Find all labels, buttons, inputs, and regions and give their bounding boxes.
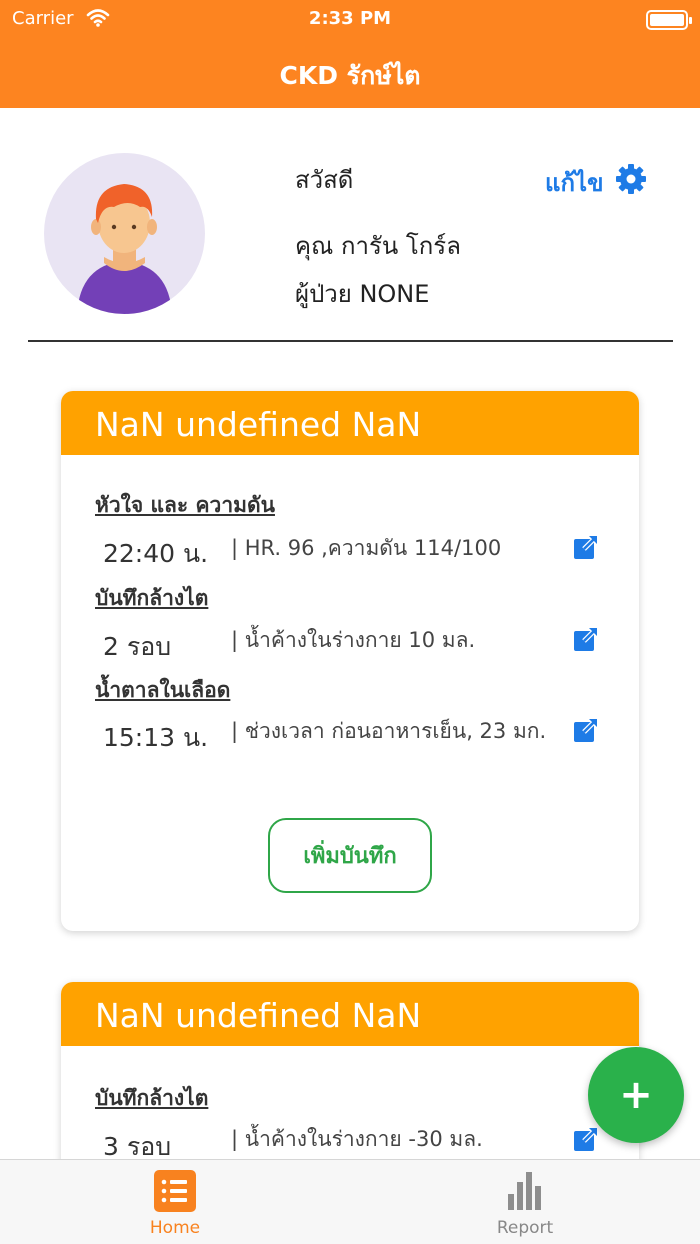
- status-bar: Carrier 2:33 PM: [0, 6, 700, 32]
- greeting-text: สวัสดี: [295, 166, 354, 194]
- add-fab-button[interactable]: +: [588, 1047, 684, 1143]
- avatar: [44, 153, 205, 314]
- list-icon: [154, 1170, 196, 1212]
- entry-value: 2 รอบ: [103, 632, 172, 661]
- bar-chart-icon: [504, 1170, 546, 1212]
- tab-report-label: Report: [496, 1218, 554, 1238]
- edit-entry-icon[interactable]: [573, 1126, 599, 1152]
- edit-entry-icon[interactable]: [573, 626, 599, 652]
- card-date: NaN undefined NaN: [61, 982, 639, 1046]
- patient-id: ผู้ป่วย NONE: [295, 280, 430, 308]
- entry-value: 22:40 น.: [103, 539, 209, 568]
- edit-profile-button[interactable]: แก้ไข: [545, 164, 647, 200]
- edit-profile-label: แก้ไข: [545, 168, 604, 197]
- entry-detail: | น้ำค้างในร่างกาย -30 มล.: [231, 1127, 483, 1151]
- profile-divider: [28, 340, 673, 342]
- app-title: CKD รักษ์ไต: [279, 61, 421, 90]
- status-time: 2:33 PM: [308, 8, 392, 29]
- section-heart-pressure: หัวใจ และ ความดัน: [95, 493, 275, 517]
- edit-entry-icon[interactable]: [573, 717, 599, 743]
- add-record-button[interactable]: เพิ่มบันทึก: [268, 818, 432, 893]
- tab-home-label: Home: [149, 1218, 201, 1238]
- section-dialysis: บันทึกล้างไต: [95, 1086, 209, 1110]
- app-header: Carrier 2:33 PM CKD รักษ์ไต: [0, 0, 700, 108]
- entry-value: 15:13 น.: [103, 723, 209, 752]
- daily-record-card: NaN undefined NaN หัวใจ และ ความดัน 22:4…: [61, 391, 639, 931]
- tab-home[interactable]: Home: [0, 1160, 350, 1244]
- plus-icon: +: [619, 1072, 653, 1118]
- profile-section: สวัสดี คุณ การัน โกร์ล ผู้ป่วย NONE แก้ไ…: [0, 108, 700, 342]
- section-blood-sugar: น้ำตาลในเลือด: [95, 678, 231, 702]
- edit-entry-icon[interactable]: [573, 534, 599, 560]
- tab-bar: Home Report: [0, 1159, 700, 1244]
- tab-report[interactable]: Report: [350, 1160, 700, 1244]
- user-name: คุณ การัน โกร์ล: [295, 232, 461, 260]
- entry-detail: | HR. 96 ,ความดัน 114/100: [231, 536, 502, 560]
- battery-icon: [646, 10, 692, 30]
- entry-detail: | น้ำค้างในร่างกาย 10 มล.: [231, 628, 476, 652]
- entry-detail: | ช่วงเวลา ก่อนอาหารเย็น, 23 มก.: [231, 719, 547, 743]
- section-dialysis: บันทึกล้างไต: [95, 586, 209, 610]
- gear-icon: [615, 163, 647, 201]
- card-date: NaN undefined NaN: [61, 391, 639, 455]
